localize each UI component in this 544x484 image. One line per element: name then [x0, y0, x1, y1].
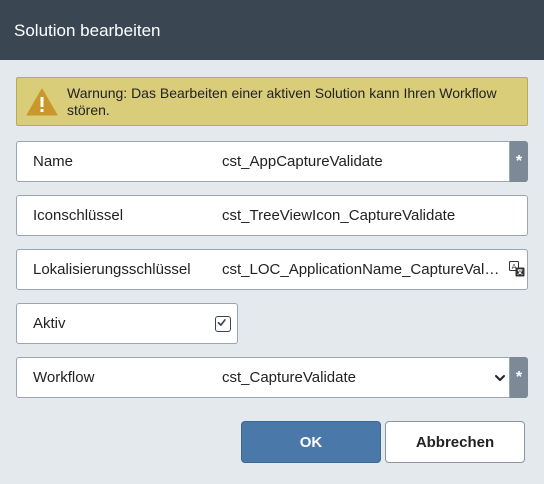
chevron-down-icon[interactable]	[494, 372, 506, 384]
active-checkbox[interactable]	[215, 316, 231, 332]
workflow-required-marker: *	[510, 357, 528, 398]
ok-button[interactable]: OK	[241, 421, 381, 463]
localization-key-input[interactable]: cst_LOC_ApplicationName_CaptureValidate	[209, 249, 528, 290]
workflow-select[interactable]: cst_CaptureValidate	[209, 357, 510, 398]
checkmark-icon	[217, 319, 226, 326]
name-input[interactable]: cst_AppCaptureValidate	[209, 141, 510, 182]
name-input-value: cst_AppCaptureValidate	[222, 153, 383, 170]
cancel-button[interactable]: Abbrechen	[385, 421, 525, 463]
workflow-label: Workflow	[16, 357, 210, 398]
active-label: Aktiv	[16, 303, 210, 344]
dialog-titlebar: Solution bearbeiten	[0, 0, 544, 60]
icon-key-input[interactable]: cst_TreeViewIcon_CaptureValidate	[209, 195, 528, 236]
warning-banner: Warnung: Das Bearbeiten einer aktiven So…	[16, 77, 528, 126]
workflow-select-value: cst_CaptureValidate	[222, 369, 356, 386]
name-label: Name	[16, 141, 210, 182]
translate-icon[interactable]: A	[509, 261, 525, 277]
icon-key-label: Iconschlüssel	[16, 195, 210, 236]
warning-text: Warnung: Das Bearbeiten einer aktiven So…	[67, 85, 497, 118]
icon-key-input-value: cst_TreeViewIcon_CaptureValidate	[222, 207, 456, 224]
warning-triangle-icon	[26, 88, 58, 116]
dialog-title: Solution bearbeiten	[14, 21, 161, 40]
localization-key-label: Lokalisierungsschlüssel	[16, 249, 210, 290]
name-required-marker: *	[510, 141, 528, 182]
active-checkbox-container	[209, 303, 238, 344]
localization-key-input-value: cst_LOC_ApplicationName_CaptureValidate	[222, 261, 501, 278]
